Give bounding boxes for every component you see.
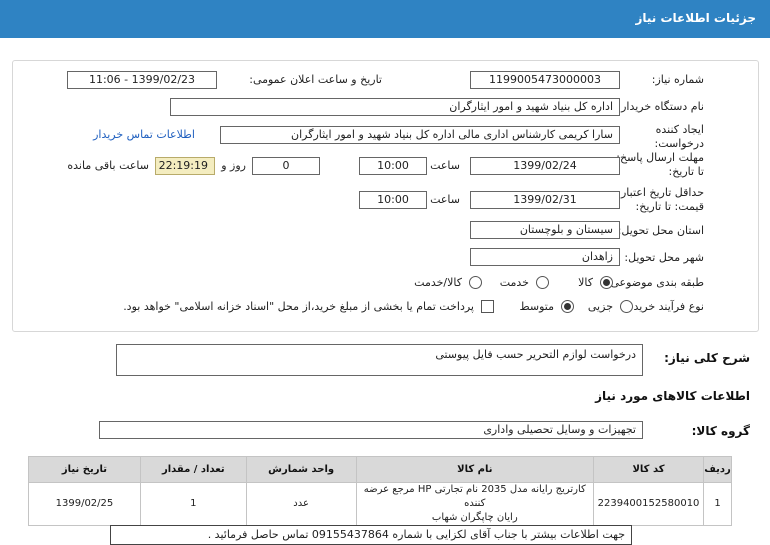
- col-date-header: تاریخ نیاز: [28, 456, 141, 483]
- process-option-medium: متوسط: [519, 300, 554, 313]
- description-field[interactable]: درخواست لوازم التحریر حسب فایل پیوستی: [116, 344, 643, 376]
- city-field[interactable]: زاهدان: [470, 248, 620, 266]
- row-name: کارتریج رایانه مدل 2035 نام تجارتی HP مر…: [355, 482, 595, 526]
- goods-table-header: ردیف کد کالا نام کالا واحد شمارش تعداد /…: [28, 456, 732, 483]
- need-number-label: شماره نیاز:: [651, 73, 704, 86]
- days-label: روز و: [221, 159, 246, 172]
- goods-table: ردیف کد کالا نام کالا واحد شمارش تعداد /…: [28, 456, 732, 526]
- treasury-payment-text: پرداخت تمام یا بخشی از مبلغ خرید،از محل …: [123, 300, 474, 313]
- creator-label-line1: ایجاد کننده: [655, 123, 704, 136]
- category-radio-goods[interactable]: [600, 276, 613, 289]
- row-code: 2239400152580010: [593, 482, 705, 526]
- process-label: نوع فرآیند خرید :: [626, 300, 704, 313]
- contact-buyer-link[interactable]: اطلاعات تماس خریدار: [93, 128, 195, 141]
- buyer-label: نام دستگاه خریدار:: [617, 100, 704, 113]
- validity-date-field[interactable]: 1399/02/31: [470, 191, 620, 209]
- category-label: طبقه بندی موضوعی:: [606, 276, 704, 289]
- category-radio-service[interactable]: [536, 276, 549, 289]
- announce-label: تاریخ و ساعت اعلان عمومی:: [249, 73, 382, 86]
- category-option-goods-service: کالا/خدمت: [414, 276, 462, 289]
- category-option-goods: کالا: [578, 276, 593, 289]
- reply-deadline-label: مهلت ارسال پاسخ:: [616, 151, 704, 164]
- validity-time-field[interactable]: 10:00: [359, 191, 427, 209]
- reply-time-field[interactable]: 10:00: [359, 157, 427, 175]
- table-row[interactable]: 1 2239400152580010 کارتریج رایانه مدل 20…: [28, 482, 732, 526]
- row-name-line1: کارتریج رایانه مدل 2035 نام تجارتی HP مر…: [363, 484, 586, 509]
- row-unit: عدد: [245, 482, 357, 526]
- page-header: جزئیات اطلاعات نیاز: [0, 0, 770, 38]
- row-qty: 1: [139, 482, 247, 526]
- reply-date-field[interactable]: 1399/02/24: [470, 157, 620, 175]
- buyer-field[interactable]: اداره کل بنیاد شهید و امور ایثارگران: [170, 98, 620, 116]
- col-name-header: نام کالا: [355, 456, 595, 483]
- footer-note: جهت اطلاعات بیشتر با جناب آقای لکزایی با…: [110, 525, 632, 545]
- announce-field[interactable]: 1399/02/23 - 11:06: [67, 71, 217, 89]
- col-qty-header: تعداد / مقدار: [139, 456, 247, 483]
- goods-group-field[interactable]: تجهیزات و وسایل تحصیلی واداری: [99, 421, 643, 439]
- remaining-time-field: 22:19:19: [155, 157, 215, 175]
- category-radio-goods-service[interactable]: [469, 276, 482, 289]
- description-label: شرح کلی نیاز:: [664, 351, 750, 365]
- process-radio-minor[interactable]: [620, 300, 633, 313]
- col-code-header: کد کالا: [593, 456, 705, 483]
- city-label: شهر محل تحویل:: [624, 251, 704, 264]
- col-index-header: ردیف: [703, 456, 732, 483]
- col-unit-header: واحد شمارش: [245, 456, 357, 483]
- creator-field[interactable]: سارا کریمی کارشناس اداری مالی اداره کل ب…: [220, 126, 620, 144]
- reply-date-label: تا تاریخ:: [668, 165, 704, 178]
- validity-label-line1: حداقل تاریخ اعتبار: [620, 186, 704, 199]
- process-radio-medium[interactable]: [561, 300, 574, 313]
- process-option-minor: جزیی: [587, 300, 613, 313]
- validity-time-label: ساعت: [430, 193, 460, 206]
- reply-time-label: ساعت: [430, 159, 460, 172]
- remaining-label: ساعت باقی مانده: [67, 159, 149, 172]
- province-field[interactable]: سیستان و بلوچستان: [470, 221, 620, 239]
- creator-label-line2: درخواست:: [654, 137, 704, 150]
- row-date: 1399/02/25: [28, 482, 141, 526]
- category-option-service: خدمت: [499, 276, 529, 289]
- need-number-field[interactable]: 1199005473000003: [470, 71, 620, 89]
- days-field[interactable]: 0: [252, 157, 320, 175]
- goods-section-title: اطلاعات کالاهای مورد نیاز: [595, 389, 750, 403]
- page-title: جزئیات اطلاعات نیاز: [635, 11, 756, 25]
- validity-label-line2: قیمت: تا تاریخ:: [635, 200, 704, 213]
- treasury-payment-checkbox[interactable]: [481, 300, 494, 313]
- goods-group-label: گروه کالا:: [691, 424, 750, 438]
- province-label: استان محل تحویل:: [617, 224, 704, 237]
- row-name-line2: رایان چاپگران شهاب: [431, 512, 518, 523]
- row-index: 1: [703, 482, 732, 526]
